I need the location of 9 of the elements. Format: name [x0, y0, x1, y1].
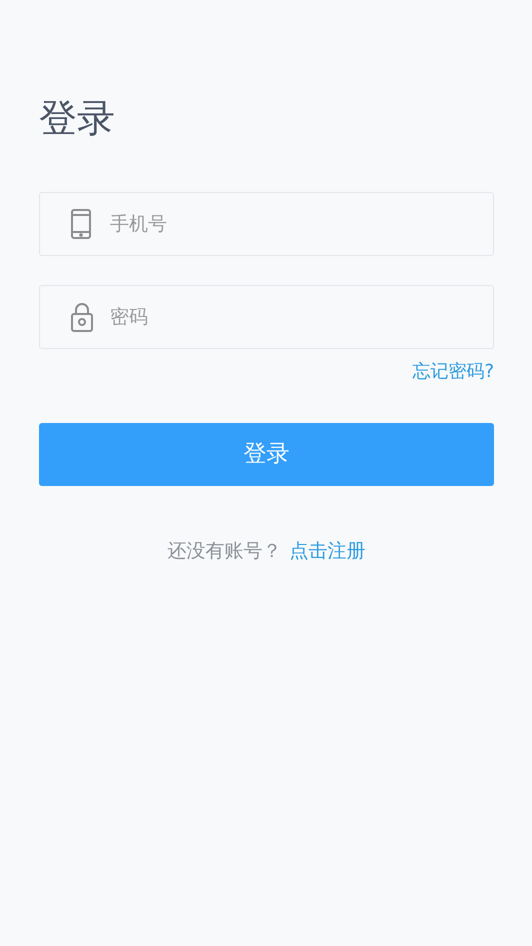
- register-prompt: 还没有账号？: [168, 539, 282, 564]
- forgot-password-link[interactable]: 忘记密码?: [412, 358, 494, 385]
- phone-field[interactable]: 手机号: [39, 192, 494, 256]
- lock-icon: [70, 302, 94, 332]
- login-button[interactable]: 登录: [39, 423, 494, 486]
- phone-icon: [70, 209, 92, 239]
- page-title: 登录: [39, 95, 116, 142]
- register-link[interactable]: 点击注册: [290, 537, 366, 566]
- password-field[interactable]: 密码: [39, 285, 494, 349]
